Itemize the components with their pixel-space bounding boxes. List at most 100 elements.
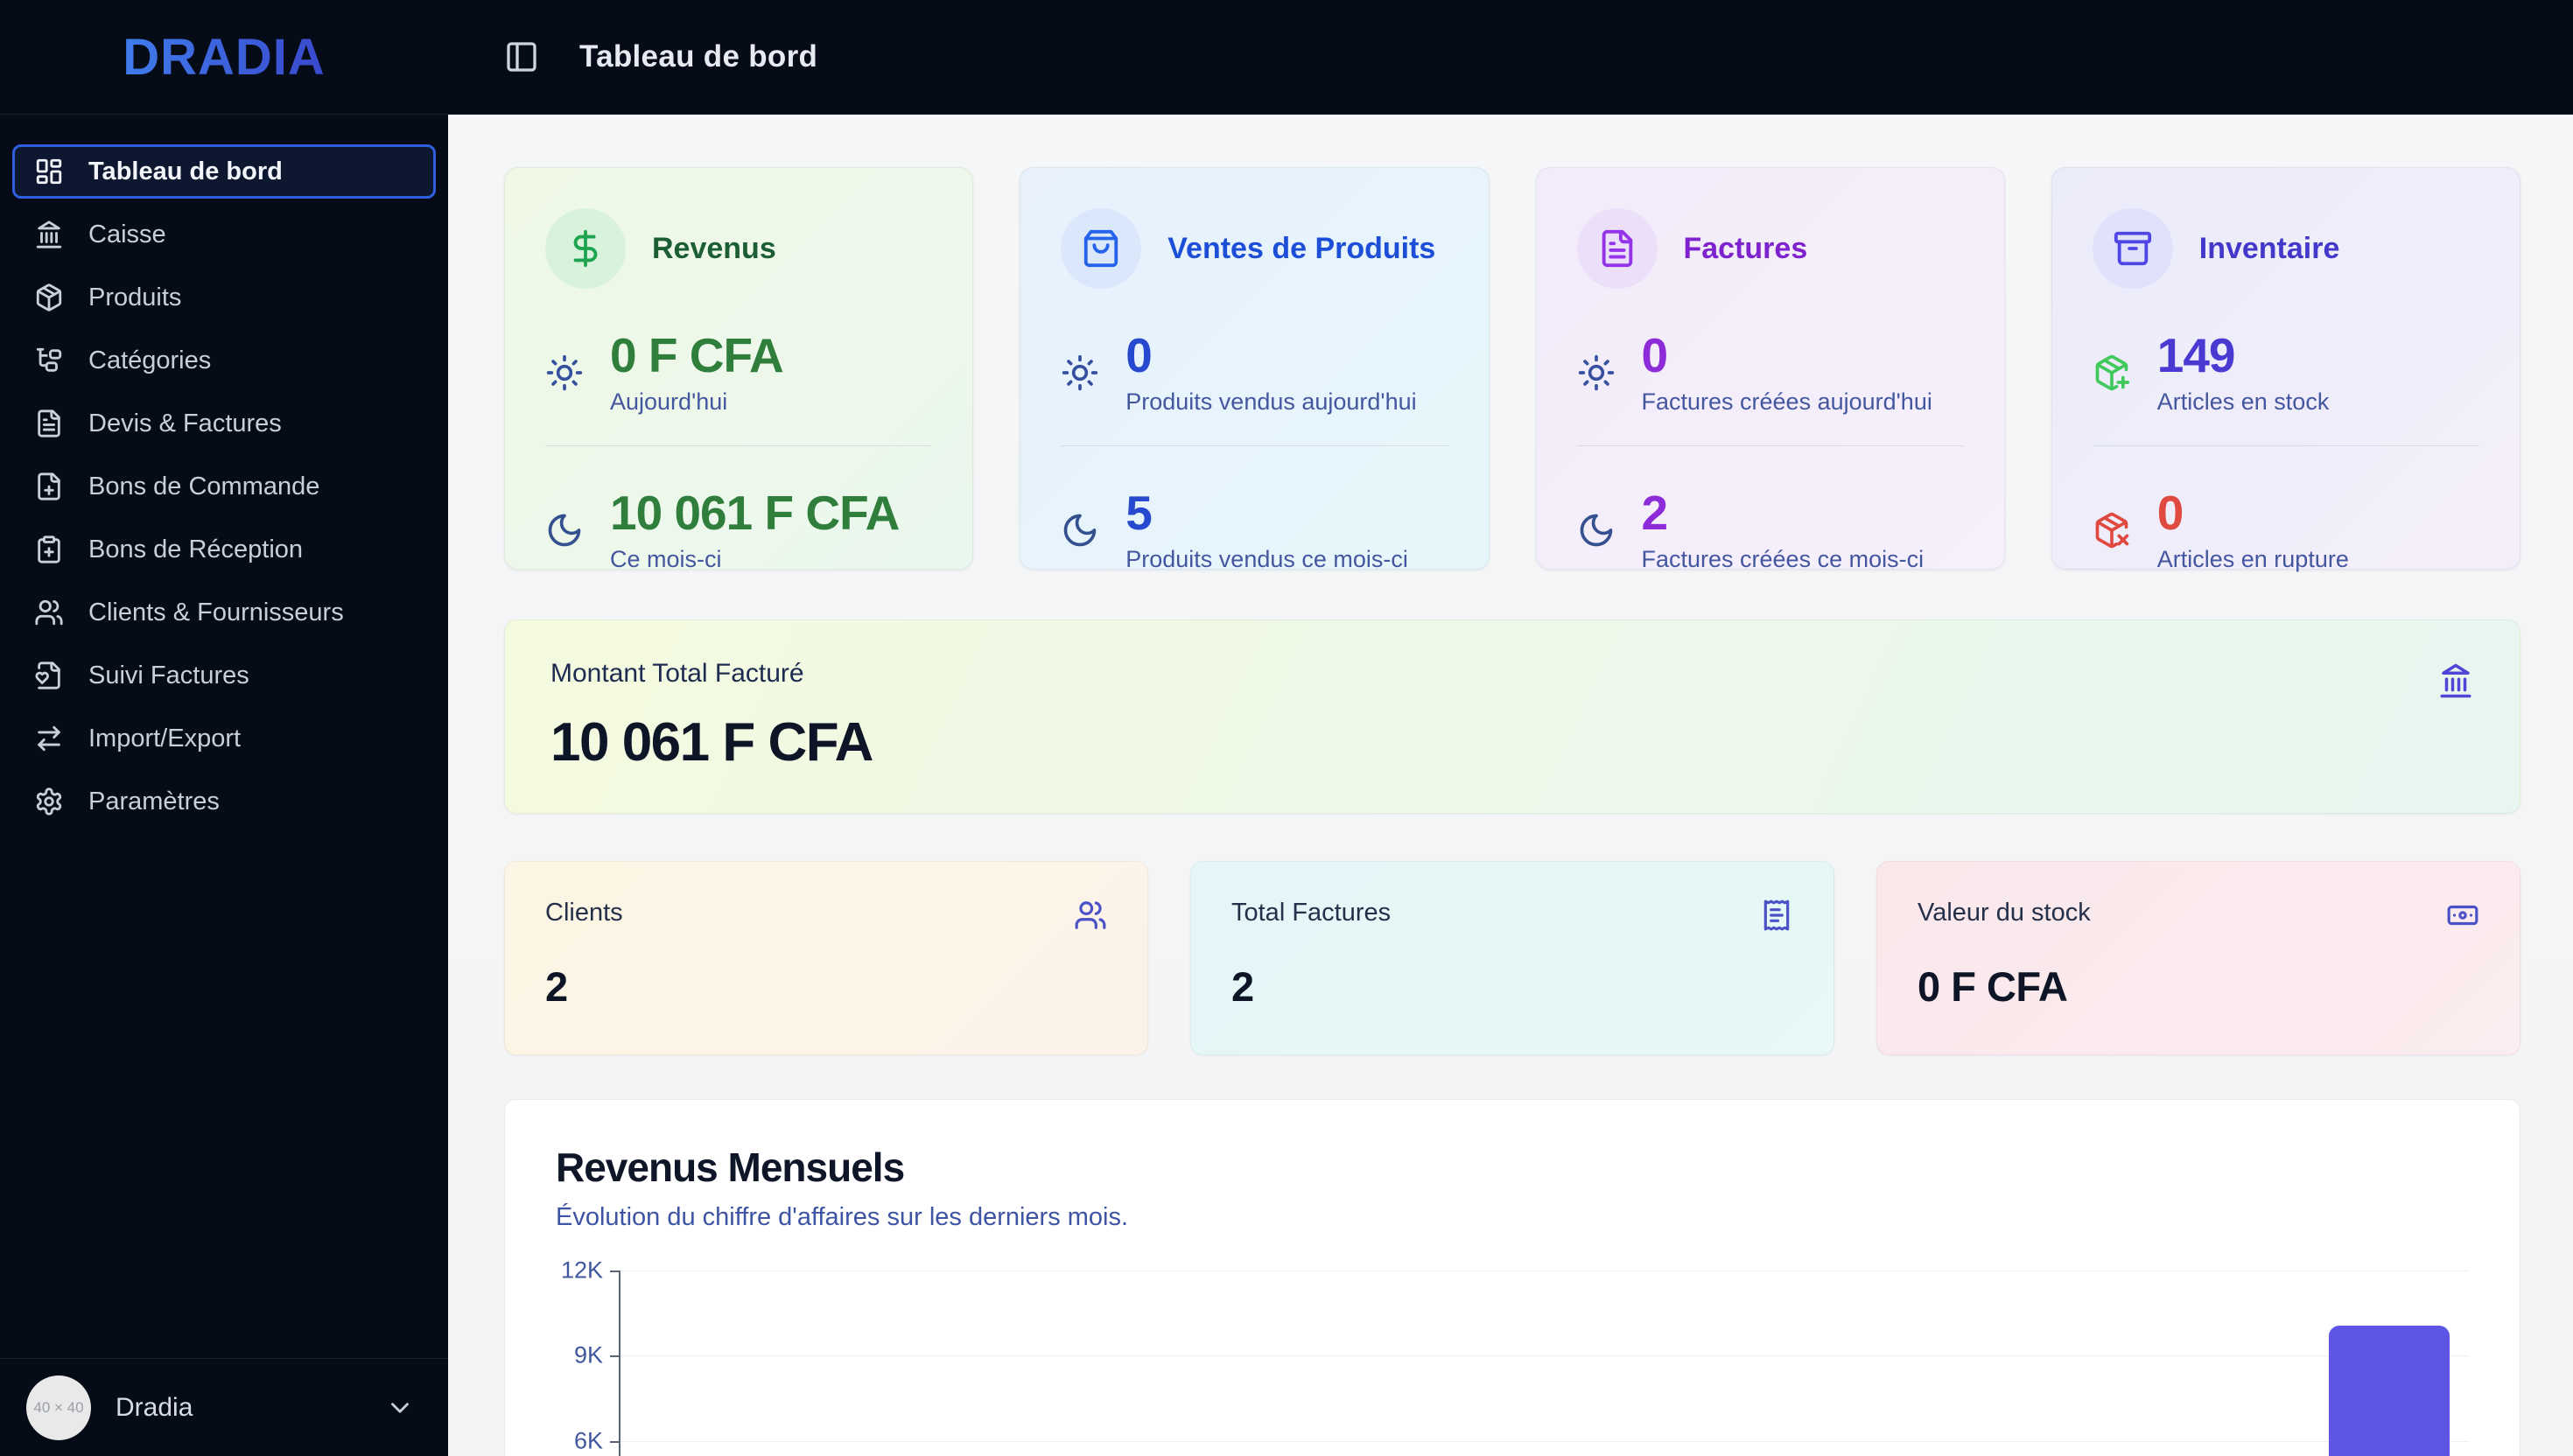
sidebar-item-label: Tableau de bord [88, 157, 283, 186]
sidebar-item-caisse[interactable]: Caisse [12, 207, 436, 262]
stat-row-rupture: 0 Articles en rupture [2093, 485, 2479, 573]
shopping-bag-icon [1061, 208, 1142, 289]
stat-label: Produits vendus ce mois-ci [1125, 545, 1408, 572]
banner-title: Montant Total Facturé [550, 659, 804, 688]
y-tickmark [610, 1441, 619, 1443]
sidebar-item-label: Produits [88, 283, 182, 312]
card-clients: Clients 2 [504, 861, 1148, 1055]
brand-logo: DRADIA [123, 28, 326, 86]
stat-row-today: 0 Produits vendus aujourd'hui [1061, 328, 1448, 416]
summary-cards-row: Clients 2 Total Factures 2 Valeur du sto… [504, 861, 2520, 1055]
sidebar-item-label: Paramètres [88, 787, 220, 816]
stat-value: 5 [1125, 485, 1153, 540]
y-tick-6k: 6K [573, 1427, 603, 1454]
card-factures: Factures 0 Factures créées aujourd'hui 2 [1535, 167, 2005, 573]
sidebar-item-suivi-factures[interactable]: Suivi Factures [12, 648, 436, 703]
stat-value: 0 [2156, 485, 2184, 540]
sun-icon [545, 354, 584, 392]
card-value: 0 F CFA [1917, 963, 2068, 1010]
sidebar-toggle-icon[interactable] [504, 39, 539, 74]
stat-value: 10 061 F CFA [610, 485, 900, 540]
total-invoiced-banner: Montant Total Facturé 10 061 F CFA [504, 620, 2520, 814]
user-menu[interactable]: 40 × 40 Dradia [0, 1358, 448, 1456]
arrow-right-left-icon [34, 724, 64, 753]
stat-row-today: 0 F CFA Aujourd'hui [545, 328, 932, 416]
sidebar-item-label: Caisse [88, 220, 166, 248]
stat-row-month: 10 061 F CFA Ce mois-ci [545, 485, 932, 573]
sidebar-item-label: Catégories [88, 346, 212, 374]
stat-label: Aujourd'hui [610, 388, 728, 415]
gridline [620, 1355, 2469, 1356]
banknote-icon [2446, 899, 2479, 932]
stat-value: 0 F CFA [610, 328, 784, 382]
moon-icon [1061, 511, 1099, 550]
card-revenus: Revenus 0 F CFA Aujourd'hui 10 061 F CFA [504, 167, 974, 573]
stat-row-month: 5 Produits vendus ce mois-ci [1061, 485, 1448, 573]
sidebar-item-bons-de-commande[interactable]: Bons de Commande [12, 459, 436, 514]
sidebar-item-tableau-de-bord[interactable]: Tableau de bord [12, 144, 436, 199]
sun-icon [1577, 354, 1616, 392]
stat-row-stock: 149 Articles en stock [2093, 330, 2479, 416]
card-title: Clients [545, 899, 623, 927]
package-plus-icon [2093, 354, 2131, 392]
landmark-icon [2437, 662, 2474, 699]
sidebar-item-clients-fournisseurs[interactable]: Clients & Fournisseurs [12, 585, 436, 640]
stat-label: Ce mois-ci [610, 545, 722, 572]
revenue-bar [2329, 1326, 2450, 1456]
landmark-icon [34, 220, 64, 249]
divider [1061, 444, 1448, 446]
gridline [620, 1270, 2469, 1271]
card-title: Inventaire [2198, 231, 2340, 265]
sidebar: DRADIA Tableau de bord Caisse Produits C… [0, 0, 448, 1456]
chevron-down-icon [385, 1393, 415, 1423]
stat-label: Produits vendus aujourd'hui [1125, 388, 1417, 415]
sidebar-item-categories[interactable]: Catégories [12, 333, 436, 388]
stat-label: Factures créées aujourd'hui [1641, 388, 1932, 415]
sidebar-item-bons-de-reception[interactable]: Bons de Réception [12, 522, 436, 577]
gear-icon [34, 787, 64, 816]
stat-value: 0 [1125, 328, 1153, 382]
y-axis-labels: 12K 9K 6K [556, 1257, 619, 1456]
monthly-revenue-chart-card: Revenus Mensuels Évolution du chiffre d'… [504, 1099, 2520, 1456]
card-title: Valeur du stock [1917, 899, 2091, 927]
receipt-icon [1760, 899, 1793, 932]
card-valeur-stock: Valeur du stock 0 F CFA [1876, 861, 2520, 1055]
card-title: Ventes de Produits [1167, 231, 1436, 265]
avatar: 40 × 40 [26, 1375, 91, 1440]
stat-value: 2 [1641, 485, 1669, 540]
bar-chart: 12K 9K 6K [556, 1257, 2469, 1456]
moon-icon [1577, 511, 1616, 550]
sidebar-item-import-export[interactable]: Import/Export [12, 711, 436, 766]
card-total-factures: Total Factures 2 [1190, 861, 1834, 1055]
card-title: Revenus [652, 231, 776, 265]
divider [1576, 444, 1964, 446]
sun-icon [1061, 354, 1099, 392]
sidebar-nav: Tableau de bord Caisse Produits Catégori… [0, 115, 448, 1358]
divider [545, 444, 933, 446]
moon-icon [545, 511, 584, 550]
stat-label: Articles en stock [2156, 388, 2330, 415]
users-icon [1074, 899, 1107, 932]
logo-area: DRADIA [0, 0, 448, 115]
category-tree-icon [34, 346, 64, 375]
file-text-icon [1576, 208, 1658, 289]
archive-icon [2092, 208, 2173, 289]
top-header: Tableau de bord [448, 0, 2573, 115]
sidebar-item-label: Suivi Factures [88, 661, 249, 690]
stat-value: 0 [1641, 328, 1669, 382]
sidebar-item-devis-factures[interactable]: Devis & Factures [12, 396, 436, 451]
card-inventaire: Inventaire 149 Articles en stock 0 Artic [2051, 167, 2520, 573]
card-value: 2 [1231, 963, 1254, 1010]
dashboard-icon [34, 157, 64, 186]
sidebar-item-produits[interactable]: Produits [12, 270, 436, 325]
card-ventes-produits: Ventes de Produits 0 Produits vendus auj… [1020, 167, 1490, 573]
divider [2092, 444, 2479, 446]
package-x-icon [2093, 511, 2131, 550]
sidebar-item-label: Devis & Factures [88, 409, 282, 438]
y-tick-12k: 12K [560, 1256, 603, 1284]
sidebar-item-parametres[interactable]: Paramètres [12, 774, 436, 829]
stat-row-month: 2 Factures créées ce mois-ci [1577, 485, 1964, 573]
sidebar-item-label: Bons de Réception [88, 535, 304, 564]
stat-label: Articles en rupture [2156, 545, 2349, 572]
dollar-icon [545, 208, 626, 289]
